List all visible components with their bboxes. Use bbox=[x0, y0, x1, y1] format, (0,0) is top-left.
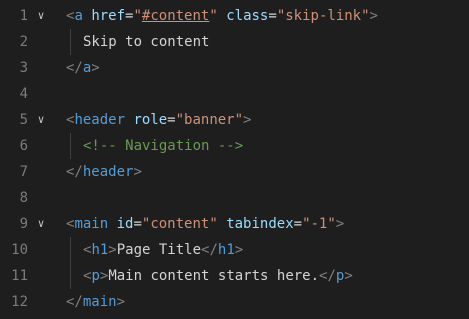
code-line-3[interactable]: 3 </a> bbox=[0, 55, 469, 81]
token-str: "-1" bbox=[302, 216, 336, 232]
line-number: 7 bbox=[19, 164, 28, 180]
token-bracket: </ bbox=[66, 60, 83, 76]
token-bracket: > bbox=[344, 268, 353, 284]
chevron-down-icon[interactable]: ∨ bbox=[34, 107, 48, 133]
indent-guide bbox=[70, 29, 71, 55]
token-bracket: > bbox=[116, 294, 126, 310]
token-str: "banner" bbox=[175, 112, 244, 128]
token-tag: header bbox=[82, 164, 134, 180]
code-line-12[interactable]: 12 </main> bbox=[0, 289, 469, 315]
token-tag: main bbox=[74, 216, 109, 232]
code-line-8[interactable]: 8 bbox=[0, 185, 469, 211]
token-text: Page Title bbox=[116, 242, 202, 258]
token-str: " bbox=[209, 8, 218, 24]
chevron-down-icon[interactable]: ∨ bbox=[34, 3, 48, 29]
line-number: 5 bbox=[19, 112, 28, 128]
code-text: <a href="#content" class="skip-link"> bbox=[66, 3, 378, 29]
code-text: Skip to content bbox=[83, 29, 209, 55]
code-line-5[interactable]: 5 ∨ <header role="banner"> bbox=[0, 107, 469, 133]
token-bracket: </ bbox=[66, 164, 83, 180]
code-text: <h1>Page Title</h1> bbox=[83, 237, 243, 263]
token-attr: tabindex bbox=[226, 216, 294, 232]
token-eq: = bbox=[268, 8, 277, 24]
token-eq: = bbox=[133, 216, 142, 232]
line-number: 12 bbox=[11, 294, 28, 310]
token-comment: <!-- Navigation --> bbox=[83, 138, 244, 154]
token-attr: href bbox=[91, 8, 126, 24]
line-number: 1 bbox=[19, 8, 28, 24]
line-number: 3 bbox=[19, 60, 28, 76]
code-text: <p>Main content starts here.</p> bbox=[83, 263, 353, 289]
token-bracket: > bbox=[335, 216, 345, 232]
token-bracket: > bbox=[91, 60, 100, 76]
code-text: <!-- Navigation --> bbox=[83, 133, 243, 159]
token-bracket: > bbox=[243, 112, 252, 128]
token-tag: header bbox=[74, 112, 126, 128]
token-tag: h1 bbox=[91, 242, 109, 258]
token-bracket: > bbox=[369, 8, 378, 24]
chevron-down-icon[interactable]: ∨ bbox=[34, 211, 48, 237]
code-text: </main> bbox=[66, 289, 125, 315]
token-str-underline: #content bbox=[141, 8, 210, 24]
line-number: 11 bbox=[11, 268, 28, 284]
token-attr: class bbox=[226, 8, 269, 24]
token-attr: id bbox=[116, 216, 134, 232]
token-bracket: > bbox=[234, 242, 244, 258]
token-str: "skip-link" bbox=[276, 8, 370, 24]
token-tag: main bbox=[82, 294, 117, 310]
line-number: 2 bbox=[19, 34, 28, 50]
code-line-4[interactable]: 4 bbox=[0, 81, 469, 107]
code-text: <main id="content" tabindex="-1"> bbox=[66, 211, 344, 237]
line-number: 6 bbox=[19, 138, 28, 154]
token-str: "content" bbox=[141, 216, 218, 232]
line-number: 8 bbox=[19, 190, 28, 206]
token-tag: p bbox=[91, 268, 100, 284]
token-text: Main content starts here. bbox=[108, 268, 320, 284]
indent-guide bbox=[70, 237, 71, 289]
indent-guide bbox=[70, 133, 71, 159]
code-text: </a> bbox=[66, 55, 100, 81]
code-editor[interactable]: 1 ∨ <a href="#content" class="skip-link"> 2… bbox=[0, 0, 469, 319]
code-text: <header role="banner"> bbox=[66, 107, 251, 133]
code-line-1[interactable]: 1 ∨ <a href="#content" class="skip-link"> bbox=[0, 3, 469, 29]
token-bracket: </ bbox=[201, 242, 218, 258]
token-eq: = bbox=[167, 112, 176, 128]
token-bracket: > bbox=[108, 242, 117, 258]
line-number: 4 bbox=[19, 86, 28, 102]
token-str: " bbox=[133, 8, 142, 24]
token-tag: h1 bbox=[217, 242, 235, 258]
token-text: Skip to content bbox=[83, 34, 210, 50]
token-tag: a bbox=[74, 8, 83, 24]
code-text: </header> bbox=[66, 159, 142, 185]
token-eq: = bbox=[293, 216, 303, 232]
line-number: 10 bbox=[11, 242, 28, 258]
token-attr: role bbox=[133, 112, 168, 128]
line-number: 9 bbox=[19, 216, 28, 232]
token-bracket: </ bbox=[66, 294, 83, 310]
code-line-7[interactable]: 7 </header> bbox=[0, 159, 469, 185]
token-bracket: > bbox=[133, 164, 142, 180]
code-line-9[interactable]: 9 ∨ <main id="content" tabindex="-1"> bbox=[0, 211, 469, 237]
token-bracket: </ bbox=[319, 268, 336, 284]
